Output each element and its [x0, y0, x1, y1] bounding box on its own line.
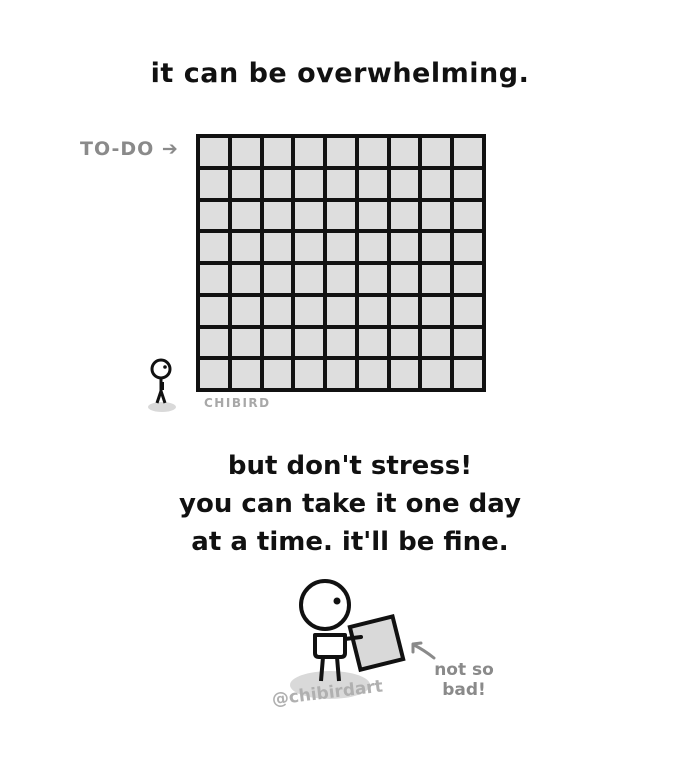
todo-cell — [422, 296, 451, 325]
todo-cell — [454, 360, 482, 388]
todo-cell — [200, 169, 228, 198]
todo-cell — [358, 360, 387, 388]
message-line-1: but don't stress! — [227, 451, 473, 481]
todo-cell — [263, 233, 292, 261]
todo-cell — [358, 138, 387, 166]
todo-cell — [422, 169, 451, 198]
todo-cell — [390, 169, 419, 198]
todo-cell — [327, 265, 355, 293]
todo-cell — [295, 233, 324, 261]
todo-cell — [295, 328, 324, 357]
todo-cell — [422, 233, 451, 261]
todo-cell — [327, 138, 355, 166]
todo-cell — [263, 265, 292, 293]
side-note-line-1: not so — [434, 660, 494, 680]
todo-cell — [200, 201, 228, 230]
todo-cell — [422, 201, 451, 230]
message-line-3: at a time. it'll be fine. — [191, 527, 509, 557]
todo-cell — [422, 138, 451, 166]
todo-cell — [263, 296, 292, 325]
todo-cell — [422, 328, 451, 357]
todo-cell — [295, 360, 324, 388]
todo-cell — [454, 296, 482, 325]
todo-cell — [327, 360, 355, 388]
todo-cell — [200, 265, 228, 293]
todo-cell — [231, 233, 260, 261]
todo-cell — [358, 265, 387, 293]
todo-cell — [231, 138, 260, 166]
todo-cell — [231, 265, 260, 293]
encouragement-message: but don't stress! you can take it one da… — [0, 447, 680, 561]
todo-grid — [196, 134, 486, 392]
todo-cell — [327, 296, 355, 325]
todo-cell — [231, 328, 260, 357]
todo-cell — [454, 138, 482, 166]
todo-cell — [390, 265, 419, 293]
todo-cell — [390, 360, 419, 388]
side-note-line-2: bad! — [442, 680, 486, 700]
todo-cell — [295, 265, 324, 293]
todo-cell — [390, 138, 419, 166]
small-person-icon — [148, 358, 176, 412]
todo-cell — [200, 360, 228, 388]
todo-cell — [327, 201, 355, 230]
page-title: it can be overwhelming. — [150, 58, 530, 89]
message-line-2: you can take it one day — [179, 489, 521, 519]
todo-cell — [263, 328, 292, 357]
todo-cell — [263, 169, 292, 198]
todo-cell — [358, 296, 387, 325]
todo-cell — [390, 233, 419, 261]
todo-cell — [231, 169, 260, 198]
todo-cell — [358, 201, 387, 230]
todo-cell — [263, 201, 292, 230]
todo-cell — [390, 201, 419, 230]
todo-cell — [295, 201, 324, 230]
todo-cell — [454, 265, 482, 293]
todo-label: TO-DO ➔ — [80, 138, 179, 160]
todo-label-text: TO-DO — [80, 138, 155, 160]
todo-cell — [200, 328, 228, 357]
todo-cell — [200, 138, 228, 166]
left-arrow-icon — [411, 641, 436, 660]
todo-cell — [454, 328, 482, 357]
todo-cell — [390, 328, 419, 357]
todo-cell — [327, 328, 355, 357]
todo-cell — [454, 201, 482, 230]
todo-cell — [454, 169, 482, 198]
todo-cell — [358, 328, 387, 357]
todo-cell — [327, 169, 355, 198]
todo-cell — [231, 360, 260, 388]
todo-cell — [200, 296, 228, 325]
todo-cell — [327, 233, 355, 261]
todo-cell — [200, 233, 228, 261]
todo-cell — [263, 138, 292, 166]
todo-cell — [454, 233, 482, 261]
todo-cell — [358, 169, 387, 198]
todo-cell — [231, 201, 260, 230]
todo-cell — [295, 169, 324, 198]
todo-cell — [295, 138, 324, 166]
todo-cell — [390, 296, 419, 325]
side-note: not so bad! — [424, 660, 504, 700]
right-arrow-icon: ➔ — [161, 138, 179, 160]
todo-cell — [231, 296, 260, 325]
todo-cell — [295, 296, 324, 325]
todo-cell — [422, 360, 451, 388]
todo-cell — [263, 360, 292, 388]
watermark: CHIBIRD — [204, 396, 271, 410]
todo-cell — [422, 265, 451, 293]
todo-cell — [358, 233, 387, 261]
